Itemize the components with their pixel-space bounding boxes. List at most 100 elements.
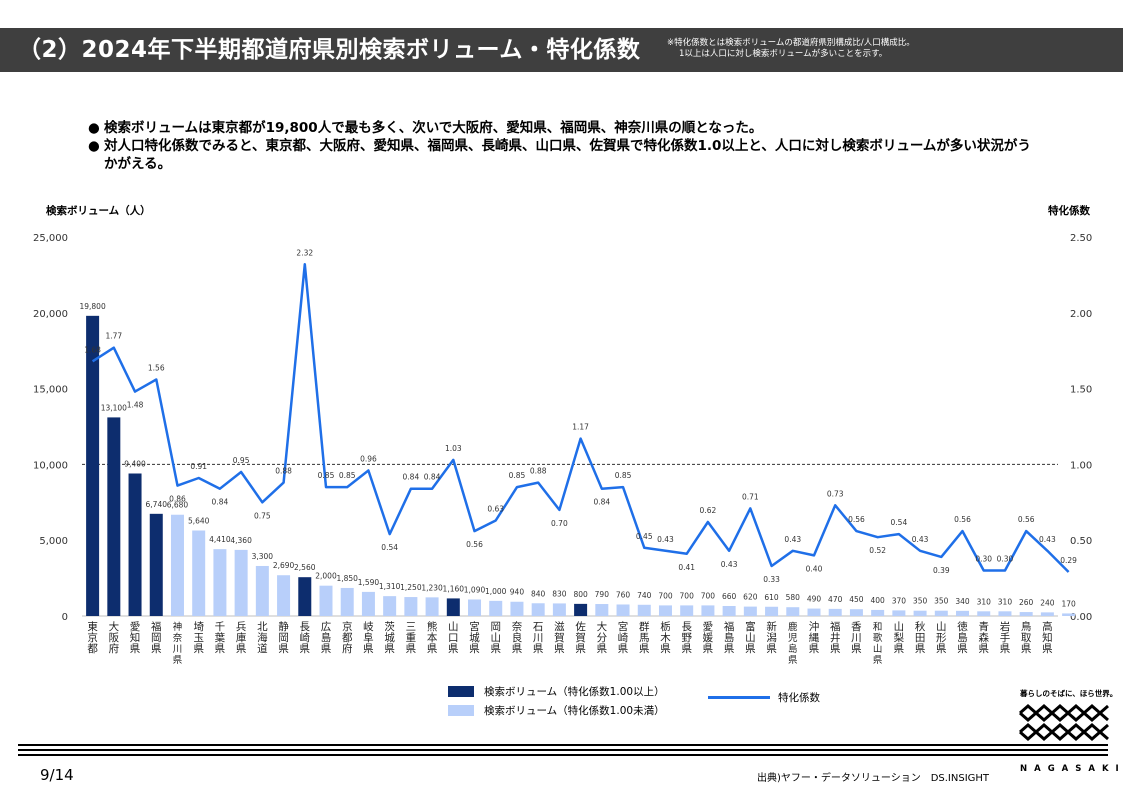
category-label: 茨城県	[384, 620, 395, 655]
coefficient-value-label: 0.88	[275, 467, 292, 476]
category-label-char: 歌	[873, 632, 883, 644]
bar	[383, 596, 397, 616]
coefficient-value-label: 0.52	[869, 546, 886, 555]
bar-value-label: 310	[977, 597, 992, 606]
bar-value-label: 1,590	[358, 578, 380, 587]
bar	[934, 610, 948, 616]
coefficient-value-label: 0.70	[551, 519, 568, 528]
coefficient-value-label: 0.96	[360, 454, 377, 463]
category-label-char: 県	[384, 643, 395, 655]
bar-value-label: 2,690	[273, 561, 295, 570]
bar-value-label: 400	[870, 596, 885, 605]
legend-label-low: 検索ボリューム（特化係数1.00未満）	[484, 705, 665, 717]
source-note: 出典)ヤフー・データソリューション DS.INSIGHT	[757, 773, 990, 784]
category-label: 香川県	[851, 621, 862, 655]
category-label: 岩手県	[1000, 620, 1011, 655]
category-label: 北海道	[257, 621, 268, 655]
bar-value-label: 9,400	[124, 459, 146, 468]
nagasaki-logo-icon	[1019, 704, 1109, 741]
bar-value-label: 19,800	[79, 302, 105, 311]
coefficient-value-label: 0.29	[1060, 556, 1077, 565]
category-label-char: 県	[427, 643, 438, 655]
category-label: 富山県	[745, 620, 756, 655]
coefficient-value-label: 0.86	[169, 495, 186, 504]
bar	[637, 604, 651, 616]
category-label-char: 県	[278, 643, 289, 655]
coefficient-value-label: 0.85	[509, 471, 526, 480]
bar	[1062, 613, 1076, 616]
category-label-char: 児	[788, 633, 798, 644]
coefficient-value-label: 0.85	[318, 471, 335, 480]
category-label: 宮崎県	[618, 620, 629, 655]
bar-value-label: 2,560	[294, 563, 316, 572]
category-label: 沖縄県	[809, 620, 820, 655]
bar-value-label: 620	[743, 593, 758, 602]
right-tick-label: 2.00	[1070, 309, 1092, 320]
bar	[1040, 612, 1054, 616]
bar-value-label: 5,640	[188, 516, 210, 525]
category-label: 山口県	[448, 621, 459, 655]
coefficient-value-label: 0.84	[424, 473, 441, 482]
right-tick-label: 0.50	[1070, 536, 1092, 547]
bar	[192, 530, 206, 616]
category-label-char: 県	[830, 643, 841, 655]
bar	[234, 549, 248, 616]
coefficient-value-label: 1.48	[127, 401, 144, 410]
category-label-char: 県	[300, 643, 311, 655]
category-label: 鹿児島県	[788, 621, 798, 666]
category-label-char: 県	[894, 643, 905, 655]
category-label-char: 県	[151, 643, 162, 655]
bar-value-label: 830	[552, 589, 567, 598]
category-label-char: 県	[915, 643, 926, 655]
coefficient-value-label: 1.17	[572, 423, 589, 432]
category-label: 長野県	[681, 621, 692, 655]
category-label-char: 鹿	[788, 621, 798, 633]
coefficient-value-label: 0.85	[339, 471, 356, 480]
category-label: 滋賀県	[554, 620, 565, 655]
coefficient-value-label: 0.43	[657, 535, 674, 544]
category-label-char: 都	[87, 643, 98, 655]
bar	[170, 514, 184, 616]
category-label-char: 県	[788, 655, 798, 666]
coefficient-value-label: 0.71	[742, 492, 759, 501]
category-label: 高知県	[1042, 620, 1053, 655]
category-label-char: 県	[533, 643, 544, 655]
bar-value-label: 700	[680, 591, 695, 600]
coefficient-value-label: 0.30	[975, 555, 992, 564]
category-label: 兵庫県	[236, 620, 247, 655]
category-label: 京都府	[342, 620, 353, 655]
bar	[298, 577, 312, 616]
category-label-char: 島	[788, 643, 798, 655]
bar	[340, 587, 354, 616]
category-label: 青森県	[978, 620, 989, 655]
category-label-char: 県	[469, 643, 480, 655]
category-label-char: 県	[978, 643, 989, 655]
coefficient-value-label: 0.56	[954, 515, 971, 524]
category-label: 長崎県	[300, 621, 311, 655]
category-label-char: 県	[575, 643, 586, 655]
coefficient-value-label: 0.95	[233, 456, 250, 465]
bar-value-label: 470	[828, 595, 843, 604]
coefficient-value-label: 0.63	[487, 504, 504, 513]
left-tick-label: 25,000	[33, 233, 68, 244]
category-label-char: 県	[173, 655, 183, 666]
right-tick-label: 2.50	[1070, 233, 1092, 244]
coefficient-value-label: 0.56	[466, 540, 483, 549]
bar	[149, 513, 163, 616]
legend-label-coefficient: 特化係数	[778, 692, 820, 704]
category-label-char: 県	[745, 643, 756, 655]
category-label-char: 山	[873, 644, 883, 655]
category-label: 徳島県	[957, 620, 968, 655]
coefficient-value-label: 0.75	[254, 511, 271, 520]
bar	[213, 549, 227, 616]
legend-swatch-high	[448, 686, 474, 697]
bar-value-label: 6,740	[146, 500, 168, 509]
bar	[425, 597, 439, 616]
category-label: 熊本県	[427, 620, 438, 655]
bar-value-label: 170	[1061, 599, 1076, 608]
category-label: 佐賀県	[575, 620, 586, 655]
bar	[489, 600, 503, 616]
bar-value-label: 610	[764, 593, 779, 602]
category-label-char: 県	[236, 643, 247, 655]
bar	[531, 603, 545, 616]
